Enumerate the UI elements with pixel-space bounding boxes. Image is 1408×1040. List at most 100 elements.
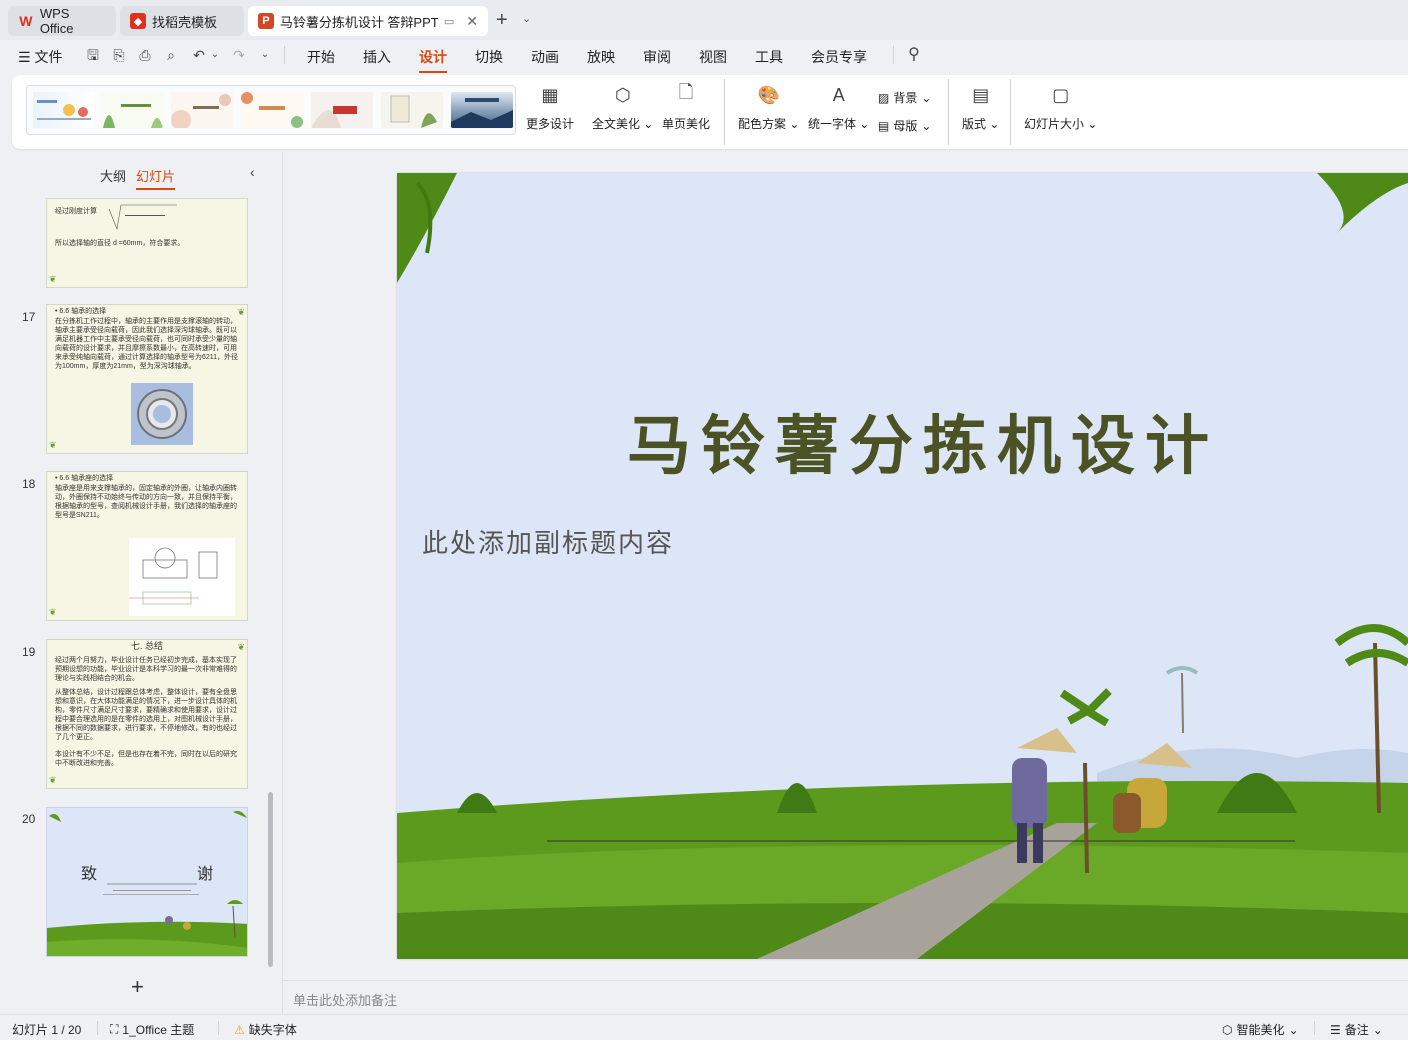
tab-transitions[interactable]: 切换 [475, 47, 503, 67]
slide-text: 经过两个月努力，毕业设计任务已经初步完成，基本实现了预期设想的功能，毕业设计是本… [55, 657, 237, 682]
background-button[interactable]: ▨ 背景 ⌄ [878, 89, 931, 106]
tab-animations[interactable]: 动画 [531, 47, 559, 67]
slide-text: 所以选择轴的直径 d =60mm，符合要求。 [55, 240, 185, 247]
missing-font-warning[interactable]: ⚠ 缺失字体 [234, 1021, 297, 1038]
leaf-icon: ❦ [237, 307, 245, 317]
tab-tools[interactable]: 工具 [755, 47, 783, 67]
print-icon[interactable]: ⎙ [136, 46, 154, 64]
background-icon: ▨ [878, 90, 890, 105]
slide-size-button[interactable]: ▢ 幻灯片大小 ⌄ [1024, 83, 1097, 132]
unify-font-button[interactable]: A 统一字体 ⌄ [808, 83, 869, 132]
divider [724, 79, 725, 145]
layout-button[interactable]: ▤ 版式 ⌄ [962, 83, 999, 132]
divider [1314, 1021, 1315, 1035]
theme-indicator[interactable]: ⛶ 1_Office 主题 [110, 1021, 194, 1038]
slide-text: 七. 总结 [130, 641, 163, 651]
tab-slides[interactable]: 幻灯片 [136, 166, 176, 190]
notes-label: 备注 [1344, 1023, 1369, 1037]
slide-text: 轴承座是用来支撑轴承的，固定轴承的外圈，让轴承内圈转动，外圈保持不动始终与传动的… [55, 485, 237, 519]
file-menu-label: 文件 [34, 49, 63, 65]
slide-thumbnail[interactable]: 经过刚度计算 所以选择轴的直径 d =60mm，符合要求。 ❦ [46, 198, 248, 288]
undo-dropdown-icon[interactable]: ⌄ [206, 46, 224, 64]
slide-thumbnail[interactable]: 致 谢 [46, 807, 248, 957]
tab-review[interactable]: 审阅 [643, 47, 671, 67]
tab-docer-templates[interactable]: ◆ 找稻壳模板 [120, 6, 244, 36]
slide-thumbnail[interactable]: • 6.6 轴承的选择 在分拣机工作过程中，轴承的主要作用是支撑滚轴的转动，轴承… [46, 304, 248, 454]
master-button[interactable]: ▤ 母版 ⌄ [878, 117, 931, 134]
slide-text: 致 [81, 864, 98, 883]
save-icon[interactable]: 🖫 [84, 46, 102, 64]
export-icon[interactable]: ⎘ [110, 46, 128, 64]
collapse-panel-icon[interactable]: ‹ [250, 164, 255, 180]
smart-beautify-label: 智能美化 [1236, 1023, 1285, 1037]
slide-text: • 6.6 轴承的选择 [55, 308, 107, 315]
slide-subtitle[interactable]: 此处添加副标题内容 [422, 523, 674, 560]
more-chevron-icon[interactable]: ⌄ [256, 46, 274, 64]
template-gallery [26, 85, 516, 135]
divider [218, 1021, 219, 1035]
tab-member[interactable]: 会员专享 [811, 47, 867, 67]
close-icon[interactable]: ✕ [466, 13, 478, 30]
chevron-down-icon[interactable]: ⌄ [522, 12, 531, 25]
leaf-icon: ❦ [49, 274, 57, 284]
new-tab-icon[interactable]: + [496, 10, 508, 30]
slide-panel: 大纲 幻灯片 ‹ 经过刚度计算 所以选择轴的直径 d =60mm，符合要求。 ❦… [0, 152, 280, 1014]
template-thumbnail[interactable] [33, 92, 95, 128]
cube-icon: ⬡ [614, 84, 631, 105]
slide-number: 18 [22, 477, 36, 491]
tab-wps-office[interactable]: W WPS Office [8, 6, 116, 36]
bearing-icon [137, 389, 187, 439]
print-preview-icon[interactable]: ⌕ [162, 46, 180, 64]
design-ribbon: ▦ 更多设计 ⬡ 全文美化 ⌄ 🗋 单页美化 🎨 配色方案 ⌄ A 统一字体 ⌄… [12, 75, 1408, 149]
slide-panel-scrollbar[interactable] [268, 792, 273, 967]
file-menu[interactable]: ☰ 文件 [18, 47, 62, 67]
monitor-icon[interactable]: ▭ [444, 15, 454, 28]
master-icon: ▤ [878, 118, 890, 133]
page-beautify-label: 单页美化 [662, 117, 711, 131]
notes-input[interactable]: 单击此处添加备注 [293, 990, 397, 1009]
color-scheme-button[interactable]: 🎨 配色方案 ⌄ [738, 83, 799, 132]
tab-design[interactable]: 设计 [419, 47, 447, 73]
layout-icon: ▤ [972, 84, 990, 105]
slide-title[interactable]: 马铃薯分拣机设计 [627, 395, 1219, 487]
slide-thumbnail[interactable]: • 6.6 轴承座的选择 轴承座是用来支撑轴承的，固定轴承的外圈，让轴承内圈转动… [46, 471, 248, 621]
tab-view[interactable]: 视图 [699, 47, 727, 67]
slide-thumbnail[interactable]: 七. 总结 经过两个月努力，毕业设计任务已经初步完成，基本实现了预期设想的功能，… [46, 639, 248, 789]
leaf-icon: ❦ [49, 607, 57, 617]
page-beautify-button[interactable]: 🗋 单页美化 [662, 82, 711, 132]
formula-icon [108, 204, 177, 231]
warning-icon: ⚠ [234, 1022, 245, 1037]
template-preview-icon [171, 94, 231, 128]
tab-home[interactable]: 开始 [307, 47, 335, 67]
color-scheme-label: 配色方案 ⌄ [738, 117, 800, 131]
master-label: 母版 [893, 119, 918, 133]
docer-logo-icon: ◆ [130, 13, 146, 29]
current-slide[interactable]: 马铃薯分拣机设计 此处添加副标题内容 [397, 173, 1408, 959]
template-thumbnail[interactable] [311, 92, 373, 128]
tab-current-document[interactable]: P 马铃薯分拣机设计 答辩PPT.pp ▭ ✕ [248, 6, 488, 36]
smart-beautify-button[interactable]: ⬡ 智能美化 ⌄ [1222, 1021, 1299, 1038]
tab-outline[interactable]: 大纲 [100, 166, 126, 185]
tab-label: WPS Office [39, 6, 74, 36]
add-slide-button[interactable]: + [131, 974, 144, 1000]
more-design-button[interactable]: ▦ 更多设计 [526, 83, 574, 132]
full-beautify-button[interactable]: ⬡ 全文美化 ⌄ [592, 83, 653, 132]
slide-text: 谢 [197, 864, 214, 883]
tab-insert[interactable]: 插入 [363, 47, 391, 67]
divider [284, 46, 285, 64]
tab-slideshow[interactable]: 放映 [587, 47, 615, 67]
thanks-scene-icon [47, 810, 247, 956]
redo-icon[interactable]: ↷ [230, 46, 248, 64]
template-thumbnail[interactable] [101, 92, 163, 128]
notes-toggle-button[interactable]: ☰ 备注 ⌄ [1330, 1021, 1383, 1038]
template-thumbnail[interactable] [171, 92, 233, 128]
template-thumbnail[interactable] [381, 92, 443, 128]
search-icon[interactable]: ⚲ [905, 46, 923, 64]
full-beautify-label: 全文美化 ⌄ [592, 117, 654, 131]
missing-font-label: 缺失字体 [248, 1023, 297, 1037]
font-icon: A [832, 84, 845, 105]
template-thumbnail[interactable] [241, 92, 303, 128]
notes-icon: ☰ [1330, 1022, 1341, 1037]
template-thumbnail[interactable] [451, 92, 513, 128]
slide-text: • 6.6 轴承座的选择 [55, 475, 114, 482]
